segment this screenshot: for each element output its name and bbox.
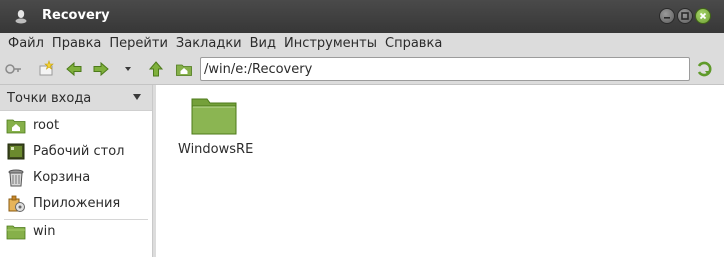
home-folder-icon — [176, 64, 192, 76]
location-input[interactable] — [201, 58, 689, 80]
forward-button[interactable] — [92, 60, 110, 78]
menu-tools[interactable]: Инструменты — [280, 33, 381, 54]
chevron-down-icon — [133, 94, 141, 100]
up-button[interactable] — [147, 60, 165, 78]
bookmark-item-win[interactable]: win — [0, 219, 152, 244]
history-dropdown-button[interactable] — [119, 60, 137, 78]
side-pane-header[interactable]: Точки входа — [0, 85, 152, 111]
place-label: Приложения — [33, 196, 121, 211]
bookmark-label: win — [33, 224, 56, 239]
chevron-down-icon — [125, 67, 131, 71]
arrow-right-icon — [93, 61, 109, 77]
arrow-up-icon — [148, 61, 164, 77]
applications-icon — [8, 195, 25, 212]
folder-icon — [191, 98, 237, 135]
close-icon — [699, 12, 707, 20]
new-tab-button[interactable] — [37, 60, 55, 78]
side-pane-title: Точки входа — [7, 91, 92, 106]
file-item-windowsre[interactable]: WindowsRE — [178, 97, 254, 167]
menu-view[interactable]: Вид — [246, 33, 280, 54]
refresh-go-icon — [697, 61, 712, 77]
menu-bar: Файл Правка Перейти Закладки Вид Инструм… — [0, 33, 724, 54]
maximize-button[interactable] — [677, 8, 693, 24]
place-item-desktop[interactable]: Рабочий стол — [0, 139, 152, 164]
back-history-button[interactable] — [4, 60, 22, 78]
maximize-icon — [681, 12, 689, 20]
file-view[interactable]: WindowsRE — [156, 85, 724, 257]
home-button[interactable] — [175, 60, 193, 78]
title-bar: Recovery — [0, 0, 724, 33]
back-button[interactable] — [65, 60, 83, 78]
place-item-root[interactable]: root — [0, 113, 152, 138]
file-manager-app-icon — [13, 8, 29, 24]
menu-go[interactable]: Перейти — [105, 33, 172, 54]
new-tab-icon — [39, 60, 54, 76]
window-title: Recovery — [42, 8, 110, 23]
desktop-icon — [7, 143, 25, 160]
menu-bookmarks[interactable]: Закладки — [172, 33, 246, 54]
place-item-applications[interactable]: Приложения — [0, 191, 152, 216]
close-button[interactable] — [695, 8, 711, 24]
key-icon — [5, 64, 21, 74]
arrow-left-icon — [66, 61, 82, 77]
minimize-icon — [664, 17, 670, 19]
place-item-trash[interactable]: Корзина — [0, 165, 152, 190]
location-bar[interactable] — [200, 57, 690, 81]
place-label: Корзина — [33, 170, 91, 185]
menu-edit[interactable]: Правка — [48, 33, 105, 54]
go-button[interactable] — [696, 60, 714, 78]
menu-file[interactable]: Файл — [4, 33, 48, 54]
trash-icon — [8, 169, 24, 187]
place-label: Рабочий стол — [33, 144, 125, 159]
folder-icon — [6, 225, 26, 240]
menu-help[interactable]: Справка — [381, 33, 446, 54]
place-label: root — [33, 118, 60, 133]
home-folder-icon — [6, 119, 26, 134]
side-pane: Точки входа root Рабочий стол Корзина Пр… — [0, 85, 153, 257]
minimize-button[interactable] — [659, 8, 675, 24]
file-name: WindowsRE — [178, 142, 254, 157]
